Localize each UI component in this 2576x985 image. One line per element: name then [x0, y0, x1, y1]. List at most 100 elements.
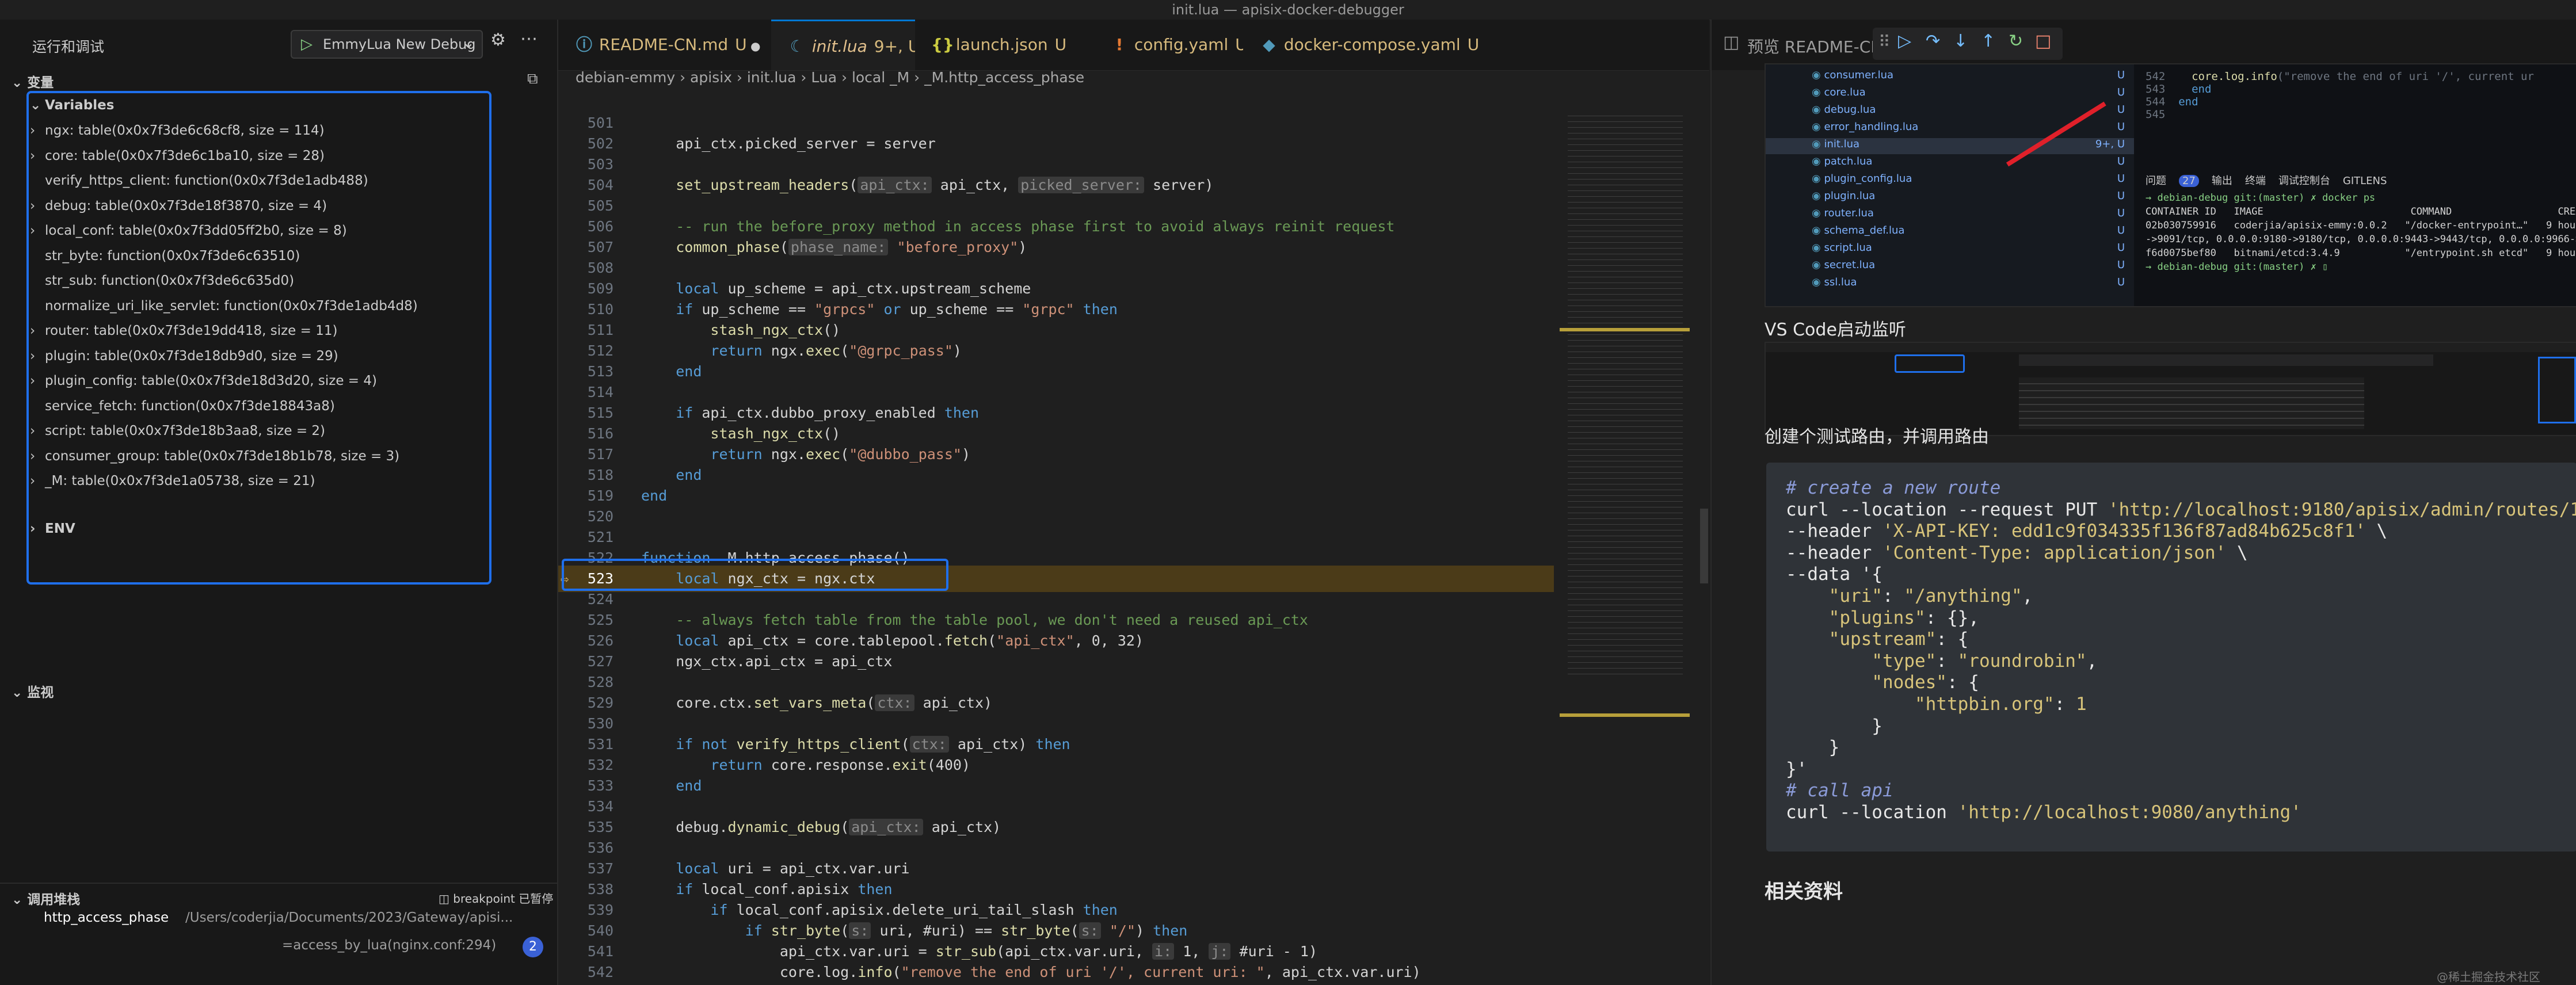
variable-row[interactable]: › consumer_group: table(0x0x7f3de18b1b78,…	[30, 449, 399, 464]
code-line[interactable]: 507 common_phase(phase_name: "before_pro…	[558, 237, 1560, 258]
collapse-all-icon[interactable]: ⧉	[527, 70, 538, 88]
code-line[interactable]: 503	[558, 154, 1560, 175]
breadcrumb-item[interactable]: apisix	[690, 69, 732, 86]
file-item[interactable]: ◉ ssl.lua U	[1766, 276, 2134, 292]
variable-row[interactable]: › router: table(0x0x7f3de19dd418, size = …	[30, 323, 337, 338]
breadcrumb-item[interactable]: Lua	[811, 69, 837, 86]
code-line[interactable]: 525 -- always fetch table from the table…	[558, 610, 1560, 631]
code-line[interactable]: 536	[558, 838, 1560, 858]
file-item[interactable]: ◉ core.lua U	[1766, 86, 2134, 102]
code-line[interactable]: 535 debug.dynamic_debug(api_ctx: api_ctx…	[558, 817, 1560, 838]
file-item[interactable]: ◉ plugin.lua U	[1766, 190, 2134, 206]
tab-config-yaml[interactable]: ! config.yaml U	[1093, 20, 1247, 70]
file-item[interactable]: ◉ patch.lua U	[1766, 155, 2134, 171]
chevron-right-icon[interactable]: ›	[30, 323, 45, 338]
code-line[interactable]: 518 end	[558, 465, 1560, 486]
code-line[interactable]: 505	[558, 196, 1560, 216]
code-line[interactable]: 533 end	[558, 776, 1560, 796]
chevron-right-icon[interactable]: ›	[30, 148, 45, 163]
variable-row[interactable]: str_sub: function(0x0x7f3de6c635d0)	[30, 273, 294, 288]
breadcrumb[interactable]: debian-emmy › apisix › init.lua › Lua › …	[576, 69, 1084, 94]
code-line[interactable]: 528	[558, 672, 1560, 693]
code-line[interactable]: 532 return core.response.exit(400)	[558, 755, 1560, 776]
code-line[interactable]: 514	[558, 382, 1560, 403]
code-line[interactable]: 509 local up_scheme = api_ctx.upstream_s…	[558, 278, 1560, 299]
chevron-down-icon[interactable]: ⌄	[12, 75, 22, 90]
code-line[interactable]: 531 if not verify_https_client(ctx: api_…	[558, 734, 1560, 755]
code-line[interactable]: 529 core.ctx.set_vars_meta(ctx: api_ctx)	[558, 693, 1560, 713]
variable-row[interactable]: › core: table(0x0x7f3de6c1ba10, size = 28…	[30, 148, 325, 163]
terminal-tab[interactable]: GITLENS	[2343, 175, 2387, 187]
file-item[interactable]: ◉ error_handling.lua U	[1766, 121, 2134, 137]
tab-init-lua[interactable]: ☾ init.lua9+, U ×	[771, 20, 939, 70]
code-line[interactable]: 539 if local_conf.apisix.delete_uri_tail…	[558, 900, 1560, 921]
chevron-right-icon[interactable]: ›	[30, 223, 45, 238]
code-line[interactable]: 504 set_upstream_headers(api_ctx: api_ct…	[558, 175, 1560, 196]
code-line[interactable]: 524	[558, 589, 1560, 610]
callstack-section-header[interactable]: ⌄ 调用堆栈	[12, 888, 80, 908]
variable-row[interactable]: service_fetch: function(0x0x7f3de18843a8…	[30, 399, 335, 414]
chevron-right-icon[interactable]: ›	[30, 373, 45, 388]
code-line[interactable]: 510 if up_scheme == "grpcs" or up_scheme…	[558, 299, 1560, 320]
breadcrumb-item[interactable]: local _M	[852, 69, 909, 86]
stack-frame-fn[interactable]: http_access_phase	[44, 910, 169, 925]
file-item[interactable]: ◉ init.lua 9+, U	[1766, 138, 2134, 154]
terminal-tab[interactable]: 问题	[2146, 175, 2166, 187]
stack-frame-path[interactable]: /Users/coderjia/Documents/2023/Gateway/a…	[185, 910, 513, 925]
chevron-right-icon[interactable]: ›	[30, 123, 45, 138]
code-line[interactable]: 517 return ngx.exec("@dubbo_pass")	[558, 444, 1560, 465]
chevron-right-icon[interactable]: ›	[30, 449, 45, 464]
code-line[interactable]: 534	[558, 796, 1560, 817]
file-item[interactable]: ◉ consumer.lua U	[1766, 69, 2134, 85]
chevron-down-icon[interactable]: ⌄	[30, 98, 45, 113]
terminal-tab[interactable]: 27	[2179, 175, 2199, 187]
chevron-right-icon[interactable]: ›	[30, 198, 45, 213]
chevron-down-icon[interactable]: ⌄	[12, 892, 22, 907]
file-item[interactable]: ◉ secret.lua U	[1766, 259, 2134, 275]
grip-icon[interactable]: ⠿	[1878, 32, 1891, 51]
more-icon[interactable]: ⋯	[520, 29, 538, 49]
gear-icon[interactable]: ⚙	[490, 30, 506, 50]
code-line[interactable]: 519 end	[558, 486, 1560, 506]
code-line[interactable]: 502 api_ctx.picked_server = server	[558, 133, 1560, 154]
tab-docker-compose-yaml[interactable]: ◆ docker-compose.yaml U	[1243, 20, 1479, 70]
variable-row[interactable]: › debug: table(0x0x7f3de18f3870, size = 4…	[30, 198, 327, 213]
file-item[interactable]: ◉ schema_def.lua U	[1766, 224, 2134, 240]
chevron-right-icon[interactable]: ›	[30, 474, 45, 488]
restart-icon[interactable]: ↻	[2009, 31, 2023, 51]
variable-row[interactable]: verify_https_client: function(0x0x7f3de1…	[30, 173, 368, 188]
terminal-tab[interactable]: 调试控制台	[2278, 175, 2330, 187]
watch-section-header[interactable]: ⌄ 监视	[12, 681, 54, 701]
file-item[interactable]: ◉ router.lua U	[1766, 207, 2134, 223]
code-line[interactable]: 506 -- run the before_proxy method in ac…	[558, 216, 1560, 237]
preview-tab[interactable]: ◫ 预览 README-CN ⠿ ▷ ↷ ↓ ↑ ↻ □	[1712, 20, 2576, 70]
tab-readme-cn-md[interactable]: ⓘ README-CN.md U ●	[558, 20, 771, 70]
stack-frame-path[interactable]: =access_by_lua(nginx.conf:294)	[282, 938, 496, 953]
code-line[interactable]: 511 stash_ngx_ctx()	[558, 320, 1560, 341]
terminal-tab[interactable]: 输出	[2212, 175, 2232, 187]
code-line[interactable]: 515 if api_ctx.dubbo_proxy_enabled then	[558, 403, 1560, 423]
code-line[interactable]: 543 end	[558, 983, 1560, 985]
variable-row[interactable]: › _M: table(0x0x7f3de1a05738, size = 21)	[30, 474, 315, 488]
step-into-icon[interactable]: ↓	[1953, 31, 1968, 51]
minimap[interactable]	[1560, 106, 1709, 985]
variables-section-header[interactable]: ⌄ 变量	[12, 71, 54, 91]
chevron-down-icon[interactable]: ⌄	[12, 685, 22, 700]
variable-row[interactable]: › ngx: table(0x0x7f3de6c68cf8, size = 114…	[30, 123, 325, 138]
code-line[interactable]: 516 stash_ngx_ctx()	[558, 423, 1560, 444]
step-over-icon[interactable]: ↷	[1926, 31, 1940, 51]
variables-group[interactable]: ⌄ Variables	[30, 98, 114, 113]
chevron-right-icon[interactable]: ›	[30, 349, 45, 364]
scrollbar-thumb[interactable]	[1700, 509, 1708, 583]
breadcrumb-item[interactable]: debian-emmy	[576, 69, 675, 86]
code-line[interactable]: 530	[558, 713, 1560, 734]
breadcrumb-item[interactable]: _M.http_access_phase	[924, 69, 1084, 86]
code-line[interactable]: 513 end	[558, 361, 1560, 382]
variable-row[interactable]: normalize_uri_like_servlet: function(0x0…	[30, 299, 418, 314]
chevron-right-icon[interactable]: ›	[30, 521, 45, 536]
breadcrumb-item[interactable]: init.lua	[747, 69, 797, 86]
file-item[interactable]: ◉ script.lua U	[1766, 242, 2134, 258]
code-line[interactable]: 541 api_ctx.var.uri = str_sub(api_ctx.va…	[558, 941, 1560, 962]
run-config-select[interactable]: ▷ EmmyLua New Debug ⌄	[291, 30, 483, 59]
code-line[interactable]: 526 local api_ctx = core.tablepool.fetch…	[558, 631, 1560, 651]
